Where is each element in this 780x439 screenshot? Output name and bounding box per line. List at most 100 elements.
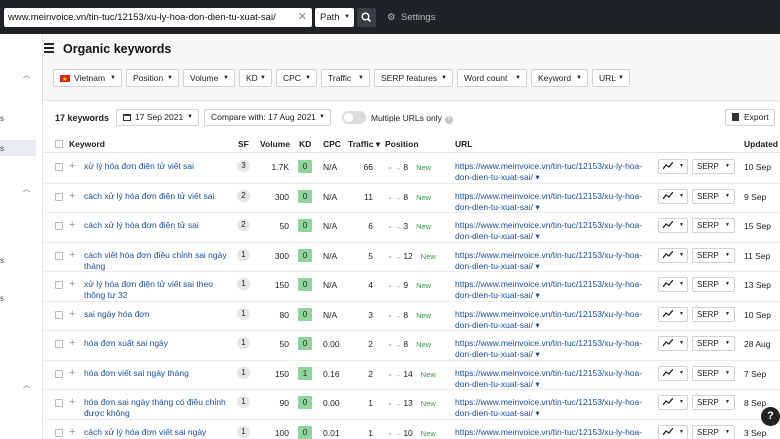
- serp-button[interactable]: SERP ▼: [692, 218, 735, 233]
- add-keyword-icon[interactable]: +: [69, 278, 75, 290]
- date-select[interactable]: 17 Sep 2021 ▼: [116, 109, 199, 126]
- column-sf[interactable]: SF: [238, 139, 249, 149]
- column-traffic[interactable]: Traffic ▾: [348, 139, 380, 150]
- row-checkbox[interactable]: [55, 251, 63, 260]
- keyword-link[interactable]: cách viết hóa đơn điều chỉnh sai ngày th…: [84, 250, 234, 272]
- url-link[interactable]: https://www.meinvoice.vn/tin-tuc/12153/x…: [455, 309, 649, 331]
- column-keyword[interactable]: Keyword: [69, 139, 105, 149]
- serp-button[interactable]: SERP ▼: [692, 336, 735, 351]
- trend-button[interactable]: ▼: [658, 277, 688, 292]
- search-button[interactable]: [357, 8, 376, 27]
- column-position[interactable]: Position: [385, 139, 419, 149]
- help-button[interactable]: ?: [761, 407, 780, 426]
- sidebar-item[interactable]: s: [0, 144, 4, 153]
- column-cpc[interactable]: CPC: [323, 139, 341, 149]
- url-link[interactable]: https://www.meinvoice.vn/tin-tuc/12153/x…: [455, 250, 649, 272]
- row-checkbox[interactable]: [55, 399, 63, 407]
- keyword-link[interactable]: hóa đơn sai ngày tháng có điều chỉnh đượ…: [84, 397, 234, 419]
- settings-button[interactable]: ⚙ Settings: [387, 8, 435, 27]
- column-url[interactable]: URL: [455, 139, 472, 149]
- row-checkbox[interactable]: [55, 163, 63, 171]
- menu-icon[interactable]: [44, 43, 54, 55]
- keyword-filter[interactable]: Keyword ▼: [531, 69, 588, 87]
- trend-button[interactable]: ▼: [658, 159, 688, 174]
- url-link[interactable]: https://www.meinvoice.vn/tin-tuc/12153/x…: [455, 161, 649, 183]
- trend-button[interactable]: ▼: [658, 218, 688, 233]
- serp-button[interactable]: SERP ▼: [692, 306, 735, 322]
- keyword-link[interactable]: sai ngày hóa đơn: [84, 309, 234, 320]
- column-kd[interactable]: KD: [299, 139, 311, 149]
- sidebar-item[interactable]: s: [0, 114, 4, 123]
- add-keyword-icon[interactable]: +: [69, 190, 75, 202]
- keyword-link[interactable]: xử lý hóa đơn điện tử viết sai: [84, 161, 234, 172]
- serp-features-filter[interactable]: SERP features ▼: [374, 69, 453, 87]
- serp-button[interactable]: SERP ▼: [692, 188, 735, 204]
- multiple-urls-toggle[interactable]: [342, 111, 366, 124]
- serp-button[interactable]: SERP ▼: [692, 424, 735, 439]
- help-icon[interactable]: ?: [444, 116, 453, 124]
- serp-button[interactable]: SERP ▼: [692, 159, 735, 174]
- add-keyword-icon[interactable]: +: [69, 249, 75, 261]
- chevron-up-icon[interactable]: ︿: [23, 70, 30, 80]
- trend-button[interactable]: ▼: [658, 424, 688, 439]
- row-checkbox[interactable]: [55, 369, 63, 378]
- keyword-link[interactable]: cách xử lý hóa đơn điện tử viết sai: [84, 191, 234, 202]
- row-checkbox[interactable]: [55, 310, 63, 319]
- url-link[interactable]: https://www.meinvoice.vn/tin-tuc/12153/x…: [455, 397, 649, 419]
- add-keyword-icon[interactable]: +: [69, 308, 75, 320]
- url-link[interactable]: https://www.meinvoice.vn/tin-tuc/12153/x…: [455, 279, 649, 301]
- trend-button[interactable]: ▼: [658, 247, 688, 263]
- chevron-up-icon[interactable]: ︿: [23, 380, 30, 390]
- position-filter[interactable]: Position ▼: [126, 69, 179, 87]
- sidebar-item[interactable]: s: [0, 256, 4, 265]
- keyword-link[interactable]: hóa đơn viết sai ngày tháng: [84, 368, 234, 379]
- serp-button[interactable]: SERP ▼: [692, 277, 735, 292]
- sidebar-item[interactable]: s: [0, 294, 4, 303]
- row-checkbox[interactable]: [55, 281, 63, 289]
- serp-button[interactable]: SERP ▼: [692, 395, 735, 410]
- keyword-link[interactable]: cách xử lý hóa đơn viết sai ngày: [84, 427, 234, 438]
- keyword-link[interactable]: cách xử lý hóa đơn điện tử sai: [84, 220, 234, 231]
- serp-button[interactable]: SERP ▼: [692, 365, 735, 381]
- trend-button[interactable]: ▼: [658, 395, 688, 410]
- trend-button[interactable]: ▼: [658, 336, 688, 351]
- volume-filter[interactable]: Volume ▼: [183, 69, 235, 87]
- row-checkbox[interactable]: [55, 222, 63, 230]
- compare-select[interactable]: Compare with: 17 Aug 2021 ▼: [204, 109, 331, 126]
- row-checkbox[interactable]: [55, 340, 63, 348]
- add-keyword-icon[interactable]: +: [69, 160, 75, 172]
- add-keyword-icon[interactable]: +: [69, 367, 75, 379]
- add-keyword-icon[interactable]: +: [69, 426, 75, 438]
- export-button[interactable]: Export: [725, 109, 775, 126]
- select-all-checkbox[interactable]: [55, 140, 63, 148]
- trend-button[interactable]: ▼: [658, 306, 688, 322]
- word-count-filter[interactable]: Word count ▼: [457, 69, 527, 87]
- trend-button[interactable]: ▼: [658, 188, 688, 204]
- row-checkbox[interactable]: [55, 192, 63, 201]
- column-updated[interactable]: Updated: [744, 139, 778, 149]
- traffic-filter[interactable]: Traffic ▼: [321, 69, 370, 87]
- kd-filter[interactable]: KD ▼: [239, 69, 272, 87]
- path-mode-select[interactable]: Path ▼: [315, 8, 354, 27]
- cpc-filter[interactable]: CPC ▼: [276, 69, 317, 87]
- add-keyword-icon[interactable]: +: [69, 337, 75, 349]
- add-keyword-icon[interactable]: +: [69, 219, 75, 231]
- serp-button[interactable]: SERP ▼: [692, 247, 735, 263]
- url-link[interactable]: https://www.meinvoice.vn/tin-tuc/12153/x…: [455, 368, 649, 390]
- add-keyword-icon[interactable]: +: [69, 396, 75, 408]
- url-link[interactable]: https://www.meinvoice.vn/tin-tuc/12153/x…: [455, 220, 649, 242]
- keyword-link[interactable]: xử lý hóa đơn điện tử viết sai theo thôn…: [84, 279, 234, 301]
- column-volume[interactable]: Volume: [260, 139, 290, 149]
- url-link[interactable]: https://www.meinvoice.vn/tin-tuc/12153/x…: [455, 338, 649, 360]
- url-link[interactable]: https://www.meinvoice.vn/tin-tuc/12153/x…: [455, 427, 649, 439]
- trend-button[interactable]: ▼: [658, 365, 688, 381]
- url-link[interactable]: https://www.meinvoice.vn/tin-tuc/12153/x…: [455, 191, 649, 213]
- row-checkbox[interactable]: [55, 428, 63, 437]
- chevron-up-icon[interactable]: ︿: [23, 184, 30, 194]
- clear-icon[interactable]: ✕: [298, 8, 307, 27]
- keyword-link[interactable]: hóa đơn xuất sai ngày: [84, 338, 234, 349]
- country-filter[interactable]: Vietnam ▼: [53, 69, 122, 88]
- url-input[interactable]: www.meinvoice.vn/tin-tuc/12153/xu-ly-hoa…: [4, 8, 312, 27]
- sidebar-item-active[interactable]: [0, 140, 36, 156]
- url-filter[interactable]: URL ▼: [592, 69, 630, 87]
